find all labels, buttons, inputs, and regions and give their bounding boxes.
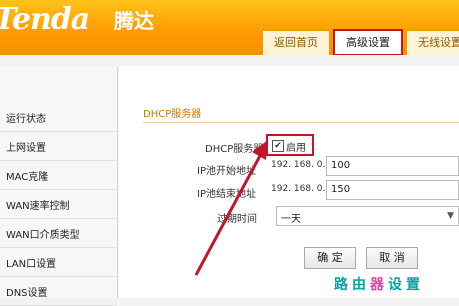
watermark-part3: 设置 bbox=[388, 277, 424, 293]
annotation-arrow bbox=[194, 140, 268, 276]
watermark: 路由器设置 bbox=[334, 274, 424, 294]
watermark-part1: 路由 bbox=[334, 277, 370, 293]
watermark-part2: 器 bbox=[370, 277, 388, 293]
annotation-arrow-shaft bbox=[194, 151, 264, 276]
